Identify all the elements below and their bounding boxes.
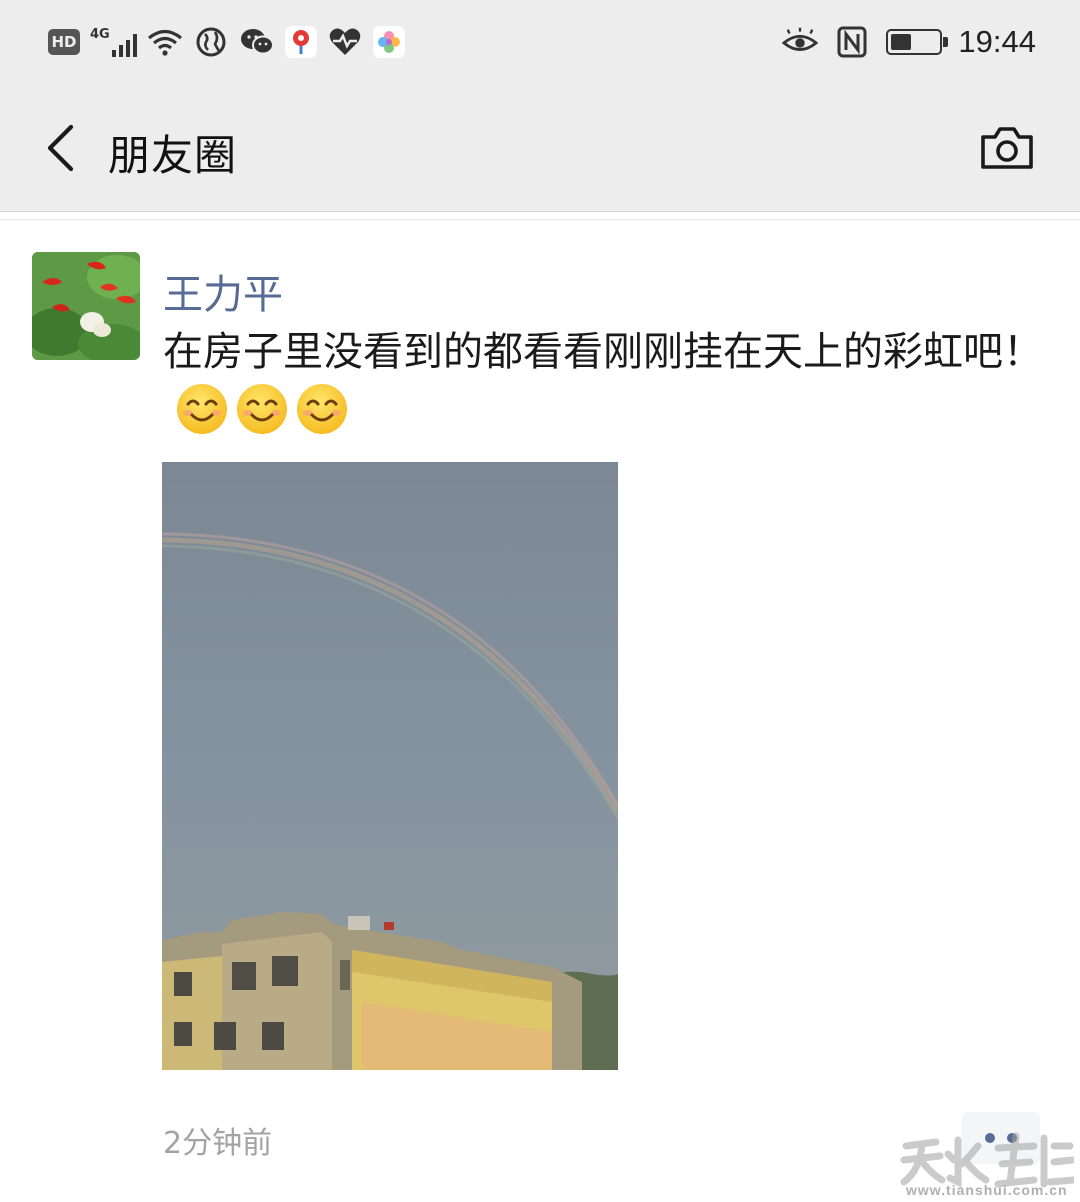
- post-photo[interactable]: [162, 462, 618, 1070]
- wechat-icon: [239, 24, 275, 60]
- post-text-block: 在房子里没看到的都看看刚刚挂在天上的彩虹吧！: [163, 322, 1043, 443]
- battery-icon: [886, 29, 949, 55]
- page-title: 朋友圈: [108, 131, 238, 180]
- comment-like-more-button[interactable]: [962, 1112, 1040, 1164]
- status-bar-right-icons: 19:44: [782, 20, 1036, 64]
- watermark-url: www.tianshui.com.cn: [906, 1182, 1068, 1198]
- header-divider: [0, 212, 1080, 220]
- more-dot-icon: [1007, 1133, 1017, 1143]
- signal-icon: 4G: [90, 27, 137, 57]
- post-text: 在房子里没看到的都看看刚刚挂在天上的彩虹吧！: [163, 329, 1043, 375]
- gallery-app-icon: [372, 26, 405, 58]
- rainbow-photo-image: [162, 462, 618, 1070]
- camera-button[interactable]: [974, 120, 1040, 176]
- wifi-icon: [147, 24, 183, 60]
- emoji-group: [175, 382, 349, 436]
- smiling-face-icon: [297, 384, 347, 434]
- more-dot-icon: [985, 1133, 995, 1143]
- status-bar-left-icons: HD 4G: [48, 20, 405, 64]
- du-app-icon: [284, 26, 317, 58]
- heartbeat-icon: [327, 24, 363, 60]
- poster-name[interactable]: 王力平: [163, 262, 283, 320]
- camera-icon: [981, 127, 1033, 169]
- status-time: 19:44: [958, 24, 1036, 59]
- post-timestamp: 2分钟前: [163, 1126, 273, 1161]
- globe-icon: [193, 24, 229, 60]
- avatar[interactable]: [32, 252, 140, 360]
- eye-comfort-icon: [782, 24, 819, 60]
- koi-pond-avatar-image: [32, 252, 140, 360]
- nfc-icon: [834, 24, 870, 60]
- smiling-face-icon: [177, 384, 227, 434]
- smiling-face-icon: [237, 384, 287, 434]
- back-button[interactable]: [28, 116, 92, 180]
- status-bar: HD 4G 19:44: [0, 0, 1080, 84]
- nav-bar: 朋友圈: [0, 84, 1080, 212]
- battery-level-fill: [891, 34, 912, 50]
- chevron-left-icon: [47, 124, 74, 172]
- network-type-label: 4G: [90, 27, 110, 42]
- hd-volte-badge: HD: [48, 29, 80, 55]
